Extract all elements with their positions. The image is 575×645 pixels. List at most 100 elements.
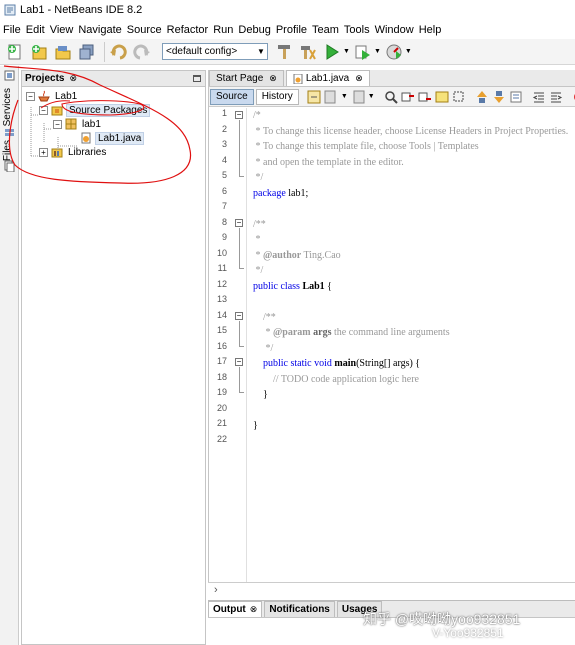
fold-end-marker	[239, 268, 244, 269]
fold-guide	[239, 367, 240, 392]
source-button[interactable]: Source	[210, 88, 254, 105]
line-number: 10	[216, 247, 227, 258]
rectangular-selection-icon[interactable]	[452, 89, 466, 105]
menu-window[interactable]: Window	[375, 24, 414, 36]
code-line: */	[253, 265, 264, 276]
debug-menu-chevron-icon[interactable]: ▼	[374, 48, 381, 55]
menu-run[interactable]: Run	[213, 24, 233, 36]
line-number: 17	[216, 356, 227, 366]
shift-left-icon[interactable]	[532, 89, 546, 105]
title-bar: Lab1 - NetBeans IDE 8.2	[0, 0, 575, 20]
menu-bar: File Edit View Navigate Source Refactor …	[0, 21, 575, 39]
line-number: 3	[221, 139, 227, 149]
tab-lab1-java[interactable]: Lab1.java ⊗	[285, 70, 370, 86]
fold-collapse-icon[interactable]: −	[235, 358, 243, 366]
tree-label: lab1	[82, 118, 101, 130]
debug-icon[interactable]	[353, 42, 373, 62]
run-menu-chevron-icon[interactable]: ▼	[343, 48, 350, 55]
tab-notifications[interactable]: Notifications	[264, 601, 335, 617]
chevron-down-icon[interactable]: ▼	[341, 93, 348, 100]
side-tab-files-label: Files	[2, 140, 13, 162]
tab-output[interactable]: Output ⊗	[208, 601, 263, 617]
undo-icon[interactable]	[108, 42, 128, 62]
code-text-area[interactable]: /* * To change this license header, choo…	[253, 108, 575, 582]
shift-right-icon[interactable]	[549, 89, 563, 105]
menu-file[interactable]: File	[3, 24, 21, 36]
config-dropdown[interactable]: <default config> ▼	[162, 43, 268, 60]
line-number: 12	[216, 278, 227, 289]
toggle-highlight-icon[interactable]	[435, 89, 449, 105]
code-line: public class Lab1 {	[253, 280, 332, 292]
line-number-gutter: 1 2 3 4 5 6 7 8 9 10 11 12 13 14 15 16 17 18 19 20 21 22	[209, 108, 231, 582]
side-tab-files[interactable]: Files	[2, 140, 13, 161]
menu-tools[interactable]: Tools	[344, 24, 370, 36]
redo-icon[interactable]	[132, 42, 152, 62]
fold-collapse-icon[interactable]: −	[235, 111, 243, 119]
new-file-icon[interactable]	[5, 42, 25, 62]
editor-toolbar: Source History ▼ ▼	[209, 87, 575, 107]
last-edit-icon[interactable]	[307, 89, 321, 105]
code-line: * To change this template file, choose T…	[253, 141, 479, 152]
code-editor[interactable]: 1 2 3 4 5 6 7 8 9 10 11 12 13 14 15 16 17 18 19 20 21 22 − − …	[209, 108, 575, 582]
menu-team[interactable]: Team	[312, 24, 339, 36]
run-icon[interactable]	[322, 42, 342, 62]
profile-icon[interactable]	[384, 42, 404, 62]
toggle-bookmark-icon[interactable]	[509, 89, 523, 105]
line-number: 8	[221, 216, 227, 227]
back-icon[interactable]	[324, 89, 338, 105]
side-tab-strip: Services Files	[0, 66, 19, 645]
collapse-icon[interactable]: −	[26, 91, 35, 101]
fold-guide	[239, 120, 240, 176]
tree-node-java-file[interactable]: Lab1.java	[80, 131, 145, 145]
find-next-icon[interactable]	[418, 89, 432, 105]
chevron-right-icon[interactable]: ›	[214, 584, 218, 596]
clean-build-icon[interactable]	[298, 42, 318, 62]
fold-guide	[239, 321, 240, 346]
line-number: 4	[221, 154, 227, 165]
find-previous-icon[interactable]	[401, 89, 415, 105]
menu-profile[interactable]: Profile	[276, 24, 307, 36]
toolbar-separator	[104, 41, 105, 62]
tab-label: Output	[213, 604, 246, 615]
tab-label: Notifications	[269, 604, 330, 615]
tab-label: Start Page	[216, 73, 264, 84]
new-project-icon[interactable]	[29, 42, 49, 62]
history-button[interactable]: History	[255, 88, 299, 105]
menu-help[interactable]: Help	[419, 24, 442, 36]
line-number: 18	[216, 371, 227, 382]
next-bookmark-icon[interactable]	[492, 89, 506, 105]
menu-refactor[interactable]: Refactor	[167, 24, 209, 36]
side-tab-services[interactable]: Services	[2, 88, 13, 126]
chevron-down-icon[interactable]: ▼	[368, 93, 375, 100]
code-line: /**	[253, 311, 276, 323]
tab-start-page[interactable]: Start Page ⊗	[209, 70, 284, 86]
menu-debug[interactable]: Debug	[238, 24, 270, 36]
previous-bookmark-icon[interactable]	[475, 89, 489, 105]
code-line: /*	[253, 110, 261, 121]
code-line: }	[253, 389, 268, 400]
editor-tabs: Start Page ⊗ Lab1.java ⊗	[209, 70, 575, 87]
forward-icon[interactable]	[351, 89, 365, 105]
menu-navigate[interactable]: Navigate	[78, 24, 121, 36]
config-value: <default config>	[166, 46, 238, 57]
find-icon[interactable]	[384, 89, 398, 105]
build-icon[interactable]	[274, 42, 294, 62]
line-number: 20	[216, 402, 227, 413]
fold-end-marker	[239, 176, 244, 177]
close-icon[interactable]: ⊗	[250, 604, 258, 615]
open-project-icon[interactable]	[53, 42, 73, 62]
save-all-icon[interactable]	[77, 42, 97, 62]
fold-collapse-icon[interactable]: −	[235, 219, 243, 227]
line-number: 15	[216, 325, 227, 335]
fold-collapse-icon[interactable]: −	[235, 312, 243, 320]
projects-tab-icon[interactable]	[4, 70, 15, 84]
close-icon[interactable]: ⊗	[69, 73, 77, 84]
menu-view[interactable]: View	[50, 24, 74, 36]
close-icon[interactable]: ⊗	[269, 73, 277, 84]
close-icon[interactable]: ⊗	[355, 73, 363, 84]
profile-menu-chevron-icon[interactable]: ▼	[405, 48, 412, 55]
menu-source[interactable]: Source	[127, 24, 162, 36]
minimize-icon[interactable]	[193, 75, 201, 82]
menu-edit[interactable]: Edit	[26, 24, 45, 36]
files-tab-icon[interactable]	[4, 160, 15, 175]
